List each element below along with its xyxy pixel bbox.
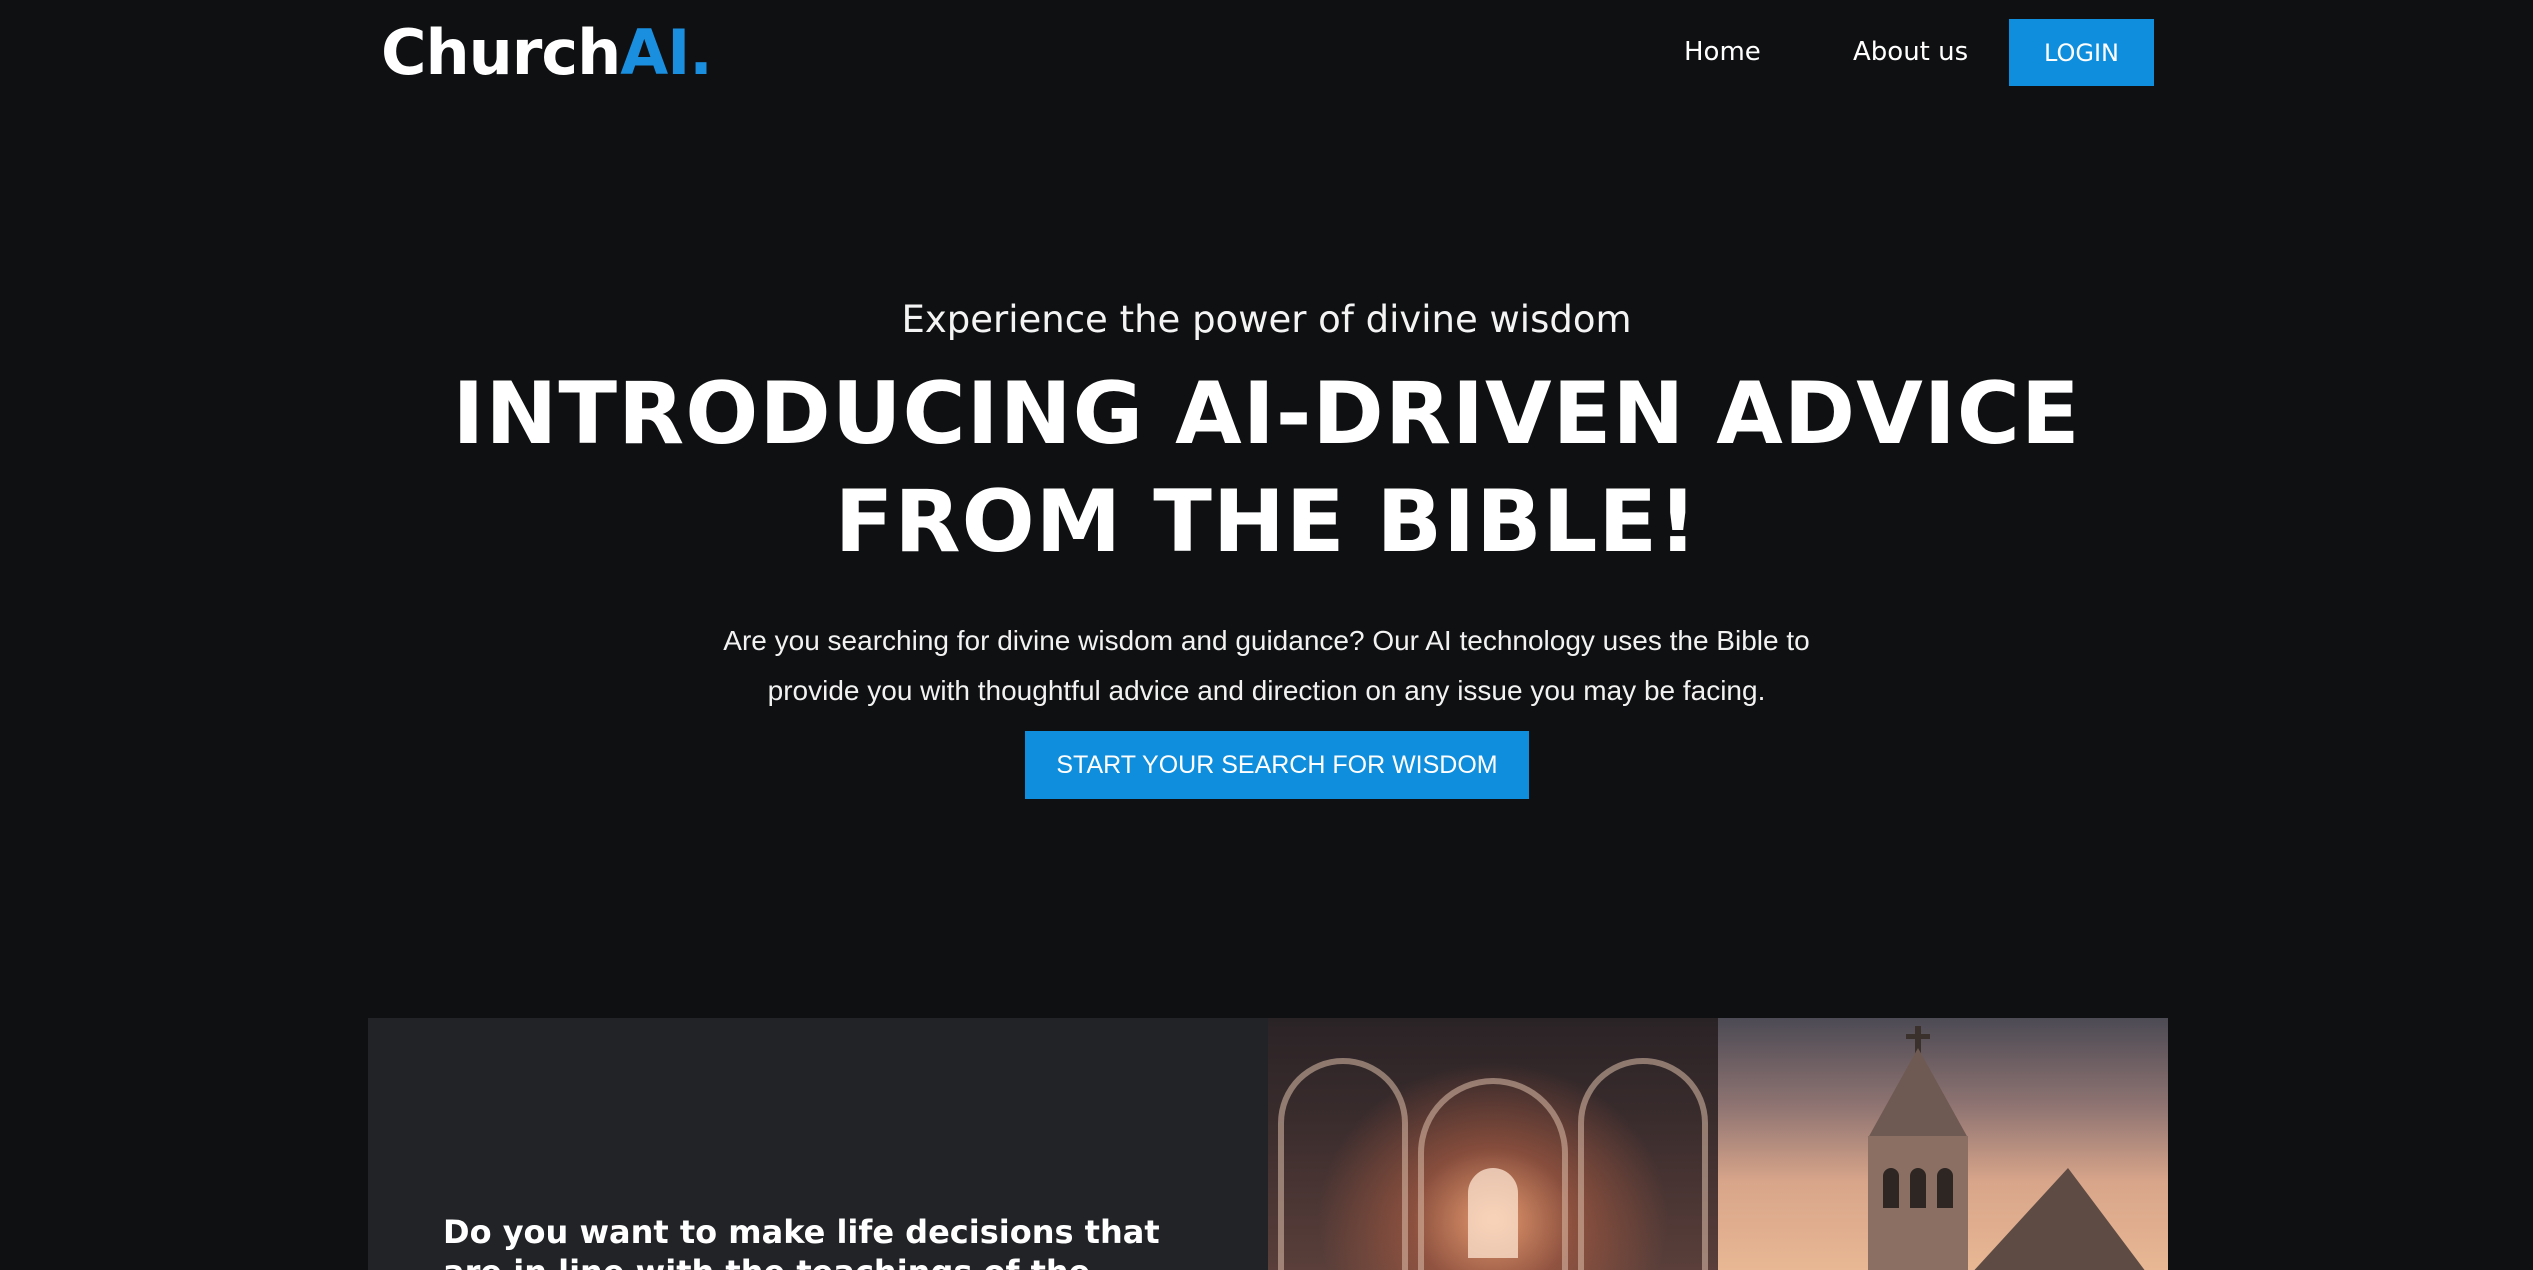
brand-logo[interactable]: ChurchAI. <box>381 14 713 92</box>
hero-section: Experience the power of divine wisdom IN… <box>0 280 2533 716</box>
church-exterior-image <box>1718 1018 2168 1270</box>
login-button[interactable]: LOGIN <box>2009 19 2154 86</box>
arch-shape <box>1578 1058 1708 1270</box>
tower-window <box>1883 1168 1899 1208</box>
tower-window <box>1937 1168 1953 1208</box>
tower-window <box>1910 1168 1926 1208</box>
feature-section: Do you want to make life decisions that … <box>368 1018 2168 1270</box>
arch-shape <box>1278 1058 1408 1270</box>
top-navbar: ChurchAI. Home About us LOGIN <box>0 0 2533 104</box>
nav-link-about[interactable]: About us <box>1853 34 1968 70</box>
start-search-button[interactable]: START YOUR SEARCH FOR WISDOM <box>1025 731 1529 799</box>
hero-eyebrow: Experience the power of divine wisdom <box>901 298 1632 341</box>
hero-description: Are you searching for divine wisdom and … <box>723 625 1810 706</box>
brand-name-accent: AI. <box>620 16 713 89</box>
steeple-shape <box>1868 1048 1968 1138</box>
brand-name: Church <box>381 16 621 89</box>
feature-title: Do you want to make life decisions that … <box>443 1213 1160 1270</box>
stained-window <box>1468 1168 1518 1258</box>
feature-card: Do you want to make life decisions that … <box>368 1018 1268 1270</box>
roof-shape <box>1958 1168 2158 1270</box>
hero-headline: INTRODUCING AI-DRIVEN ADVICE FROM THE BI… <box>452 364 2081 572</box>
page: ChurchAI. Home About us LOGIN Experience… <box>0 0 2533 1270</box>
cross-icon <box>1906 1034 1930 1039</box>
church-interior-image <box>1268 1018 1718 1270</box>
nav-link-home[interactable]: Home <box>1684 34 1761 70</box>
